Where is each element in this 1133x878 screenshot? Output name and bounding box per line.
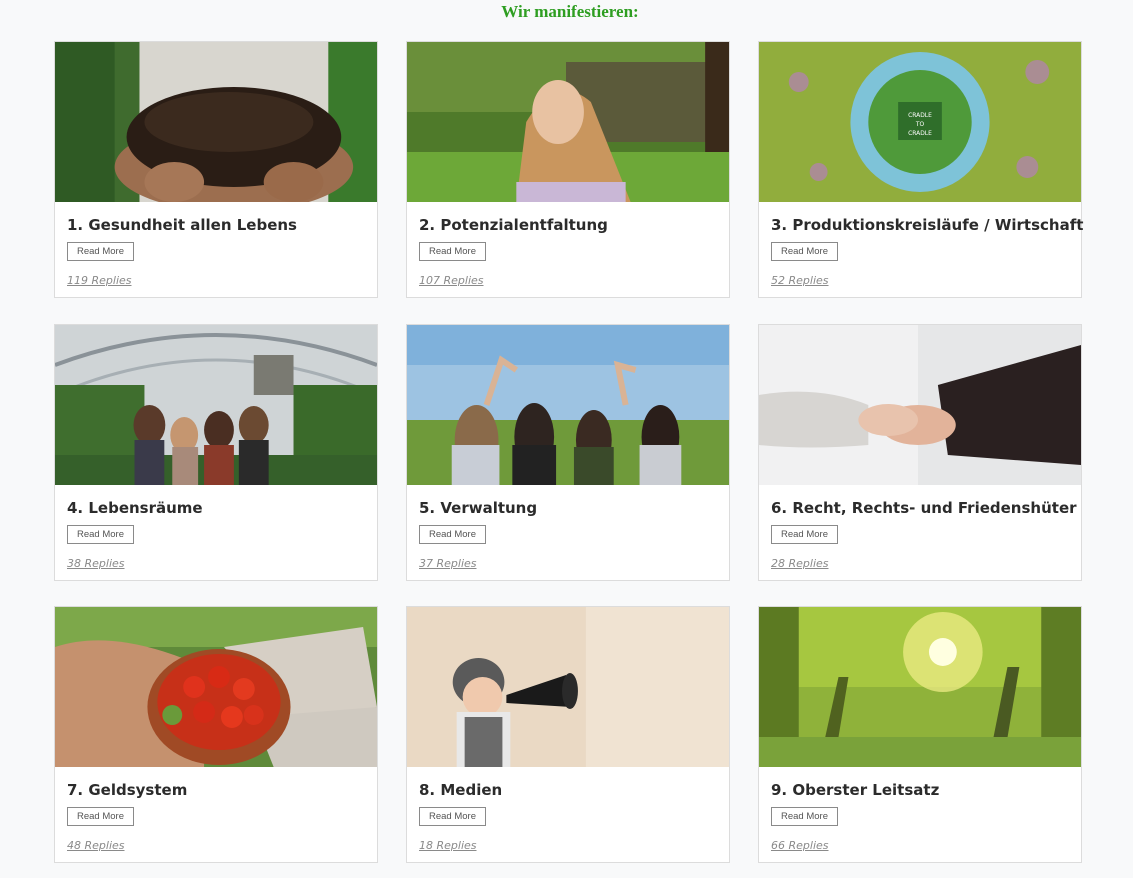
cradle-text-1: CRADLE <box>908 112 932 119</box>
card-recht: 6. Recht, Rechts- und Friedenshüter Read… <box>758 324 1082 581</box>
card-title[interactable]: 5. Verwaltung <box>419 499 537 517</box>
card-image-child-megaphone[interactable] <box>407 607 729 767</box>
read-more-button[interactable]: Read More <box>771 807 838 826</box>
card-geldsystem: 7. Geldsystem Read More 48 Replies <box>54 606 378 863</box>
card-image-heart-hands-field[interactable] <box>407 325 729 485</box>
section-heading: Wir manifestieren: <box>501 2 639 21</box>
card-image-tomato-bowl[interactable] <box>55 607 377 767</box>
card-image-girl-forest[interactable] <box>407 42 729 202</box>
card-gesundheit: 1. Gesundheit allen Lebens Read More 119… <box>54 41 378 298</box>
card-image-handshake[interactable] <box>759 325 1081 485</box>
read-more-button[interactable]: Read More <box>419 807 486 826</box>
card-image-sunlit-trees[interactable] <box>759 607 1081 767</box>
replies-link[interactable]: 52 Replies <box>771 274 829 287</box>
card-title[interactable]: 1. Gesundheit allen Lebens <box>67 216 297 234</box>
card-title[interactable]: 3. Produktionskreisläufe / Wirtschaft <box>771 216 1083 234</box>
replies-link[interactable]: 119 Replies <box>67 274 132 287</box>
card-title[interactable]: 9. Oberster Leitsatz <box>771 781 939 799</box>
card-potenzialentfaltung: 2. Potenzialentfaltung Read More 107 Rep… <box>406 41 730 298</box>
replies-link[interactable]: 37 Replies <box>419 557 477 570</box>
card-title[interactable]: 4. Lebensräume <box>67 499 203 517</box>
read-more-button[interactable]: Read More <box>419 525 486 544</box>
card-lebensraeume: 4. Lebensräume Read More 38 Replies <box>54 324 378 581</box>
read-more-button[interactable]: Read More <box>67 242 134 261</box>
replies-link[interactable]: 66 Replies <box>771 839 829 852</box>
card-title[interactable]: 8. Medien <box>419 781 502 799</box>
card-medien: 8. Medien Read More 18 Replies <box>406 606 730 863</box>
card-title[interactable]: 6. Recht, Rechts- und Friedenshüter <box>771 499 1077 517</box>
read-more-button[interactable]: Read More <box>67 525 134 544</box>
read-more-button[interactable]: Read More <box>67 807 134 826</box>
read-more-button[interactable]: Read More <box>771 525 838 544</box>
read-more-button[interactable]: Read More <box>771 242 838 261</box>
card-oberster-leitsatz: 9. Oberster Leitsatz Read More 66 Replie… <box>758 606 1082 863</box>
card-title[interactable]: 7. Geldsystem <box>67 781 187 799</box>
card-produktionskreislaeufe: CRADLE TO CRADLE 3. Produktionskreisläuf… <box>758 41 1083 298</box>
replies-link[interactable]: 48 Replies <box>67 839 125 852</box>
card-verwaltung: 5. Verwaltung Read More 37 Replies <box>406 324 730 581</box>
card-title[interactable]: 2. Potenzialentfaltung <box>419 216 608 234</box>
card-image-cradle-globe[interactable]: CRADLE TO CRADLE <box>759 42 1081 202</box>
replies-link[interactable]: 28 Replies <box>771 557 829 570</box>
replies-link[interactable]: 107 Replies <box>419 274 484 287</box>
card-image-greenhouse-women[interactable] <box>55 325 377 485</box>
card-image-soil-hands[interactable] <box>55 42 377 202</box>
cradle-text-3: CRADLE <box>908 130 932 137</box>
read-more-button[interactable]: Read More <box>419 242 486 261</box>
replies-link[interactable]: 18 Replies <box>419 839 477 852</box>
replies-link[interactable]: 38 Replies <box>67 557 125 570</box>
cradle-text-2: TO <box>915 121 925 128</box>
page: Wir manifestieren: 1. Gesundheit allen L… <box>0 0 1133 878</box>
